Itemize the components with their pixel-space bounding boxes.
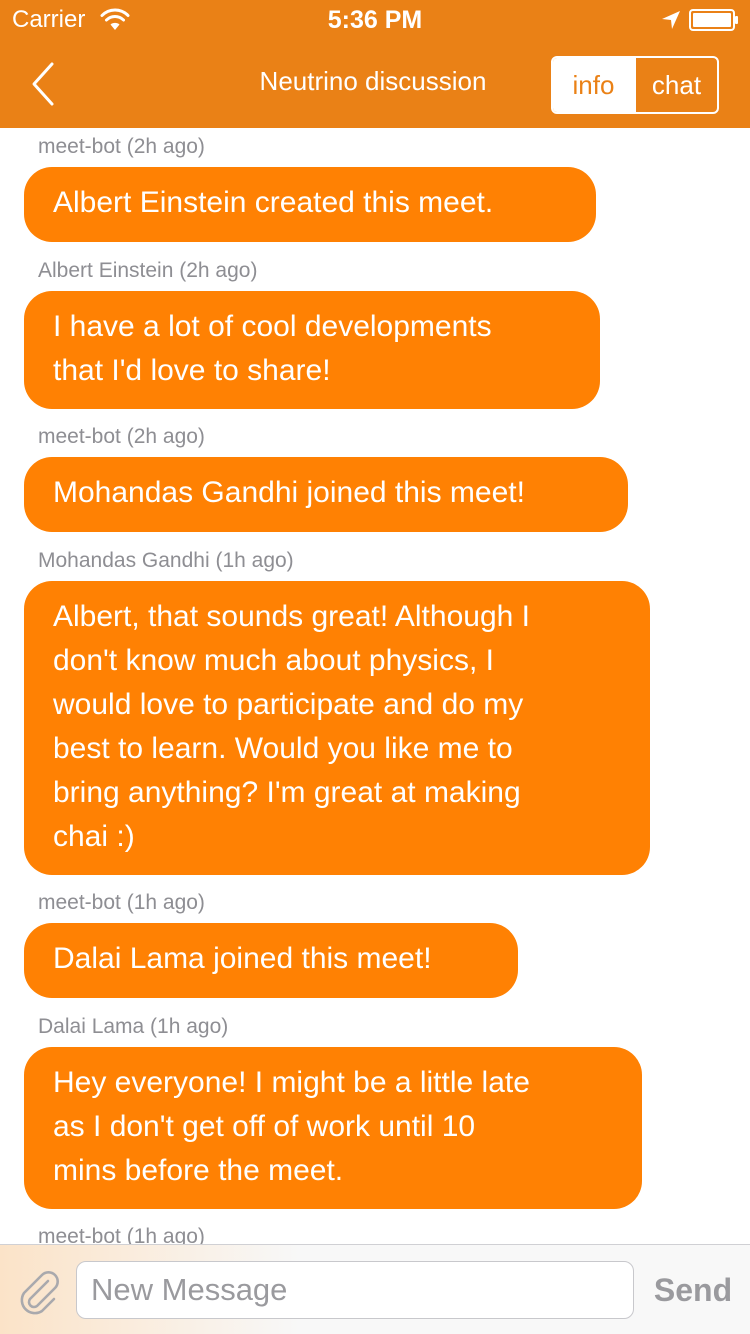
- top-bar: Carrier 5:36 PM Neutrino discussion info…: [0, 0, 750, 128]
- battery-icon: [689, 9, 739, 31]
- chat-screen: Carrier 5:36 PM Neutrino discussion info…: [0, 0, 750, 1334]
- segment-info[interactable]: info: [553, 58, 634, 112]
- message-list[interactable]: meet-bot (2h ago) Albert Einstein create…: [0, 128, 750, 1244]
- message-line: as I don't get off of work until 10: [53, 1110, 476, 1143]
- message-bubble: I have a lot of cool developments that I…: [24, 291, 600, 409]
- message-bubble: Dalai Lama joined this meet!: [24, 923, 518, 998]
- location-arrow-icon: [660, 9, 682, 31]
- attachment-button[interactable]: [14, 1267, 64, 1317]
- message-line: I have a lot of cool developments: [53, 310, 492, 343]
- message-line: Mohandas Gandhi joined this meet!: [53, 476, 525, 509]
- message-sender: Albert Einstein (2h ago): [38, 259, 258, 282]
- send-button[interactable]: Send: [648, 1263, 738, 1317]
- message-line: Albert, that sounds great! Although I: [53, 600, 530, 633]
- back-button[interactable]: [20, 58, 68, 110]
- view-segmented-control: info chat: [551, 56, 719, 114]
- message-bubble: Albert Einstein created this meet.: [24, 167, 596, 242]
- message-line: don't know much about physics, I: [53, 644, 494, 677]
- message-bubble: Mohandas Gandhi joined this meet!: [24, 457, 628, 532]
- message-sender: Mohandas Gandhi (1h ago): [38, 549, 294, 572]
- page-title: Neutrino discussion: [259, 66, 487, 96]
- message-line: that I'd love to share!: [53, 354, 331, 387]
- status-bar: Carrier 5:36 PM: [0, 0, 750, 40]
- message-line: would love to participate and do my: [53, 688, 524, 721]
- message-input[interactable]: [76, 1261, 634, 1319]
- status-time: 5:36 PM: [327, 6, 423, 34]
- segment-chat[interactable]: chat: [634, 58, 717, 112]
- message-line: chai :): [53, 820, 135, 853]
- message-sender: meet-bot (2h ago): [38, 135, 205, 158]
- message-line: bring anything? I'm great at making: [53, 776, 521, 809]
- message-line: Dalai Lama joined this meet!: [53, 942, 432, 975]
- message-line: mins before the meet.: [53, 1154, 344, 1187]
- message-sender: meet-bot (1h ago): [38, 1225, 205, 1244]
- message-line: best to learn. Would you like me to: [53, 732, 513, 765]
- message-bubble: Albert, that sounds great! Although I do…: [24, 581, 650, 875]
- message-line: Albert Einstein created this meet.: [53, 186, 494, 219]
- message-sender: Dalai Lama (1h ago): [38, 1015, 229, 1038]
- message-sender: meet-bot (2h ago): [38, 425, 205, 448]
- chevron-left-icon: [32, 62, 54, 106]
- paperclip-icon: [20, 1271, 59, 1315]
- message-bubble: Hey everyone! I might be a little late a…: [24, 1047, 642, 1209]
- navigation-bar: Neutrino discussion info chat: [0, 40, 750, 128]
- message-line: Hey everyone! I might be a little late: [53, 1066, 530, 1099]
- composer-bar: Send: [0, 1244, 750, 1334]
- message-sender: meet-bot (1h ago): [38, 891, 205, 914]
